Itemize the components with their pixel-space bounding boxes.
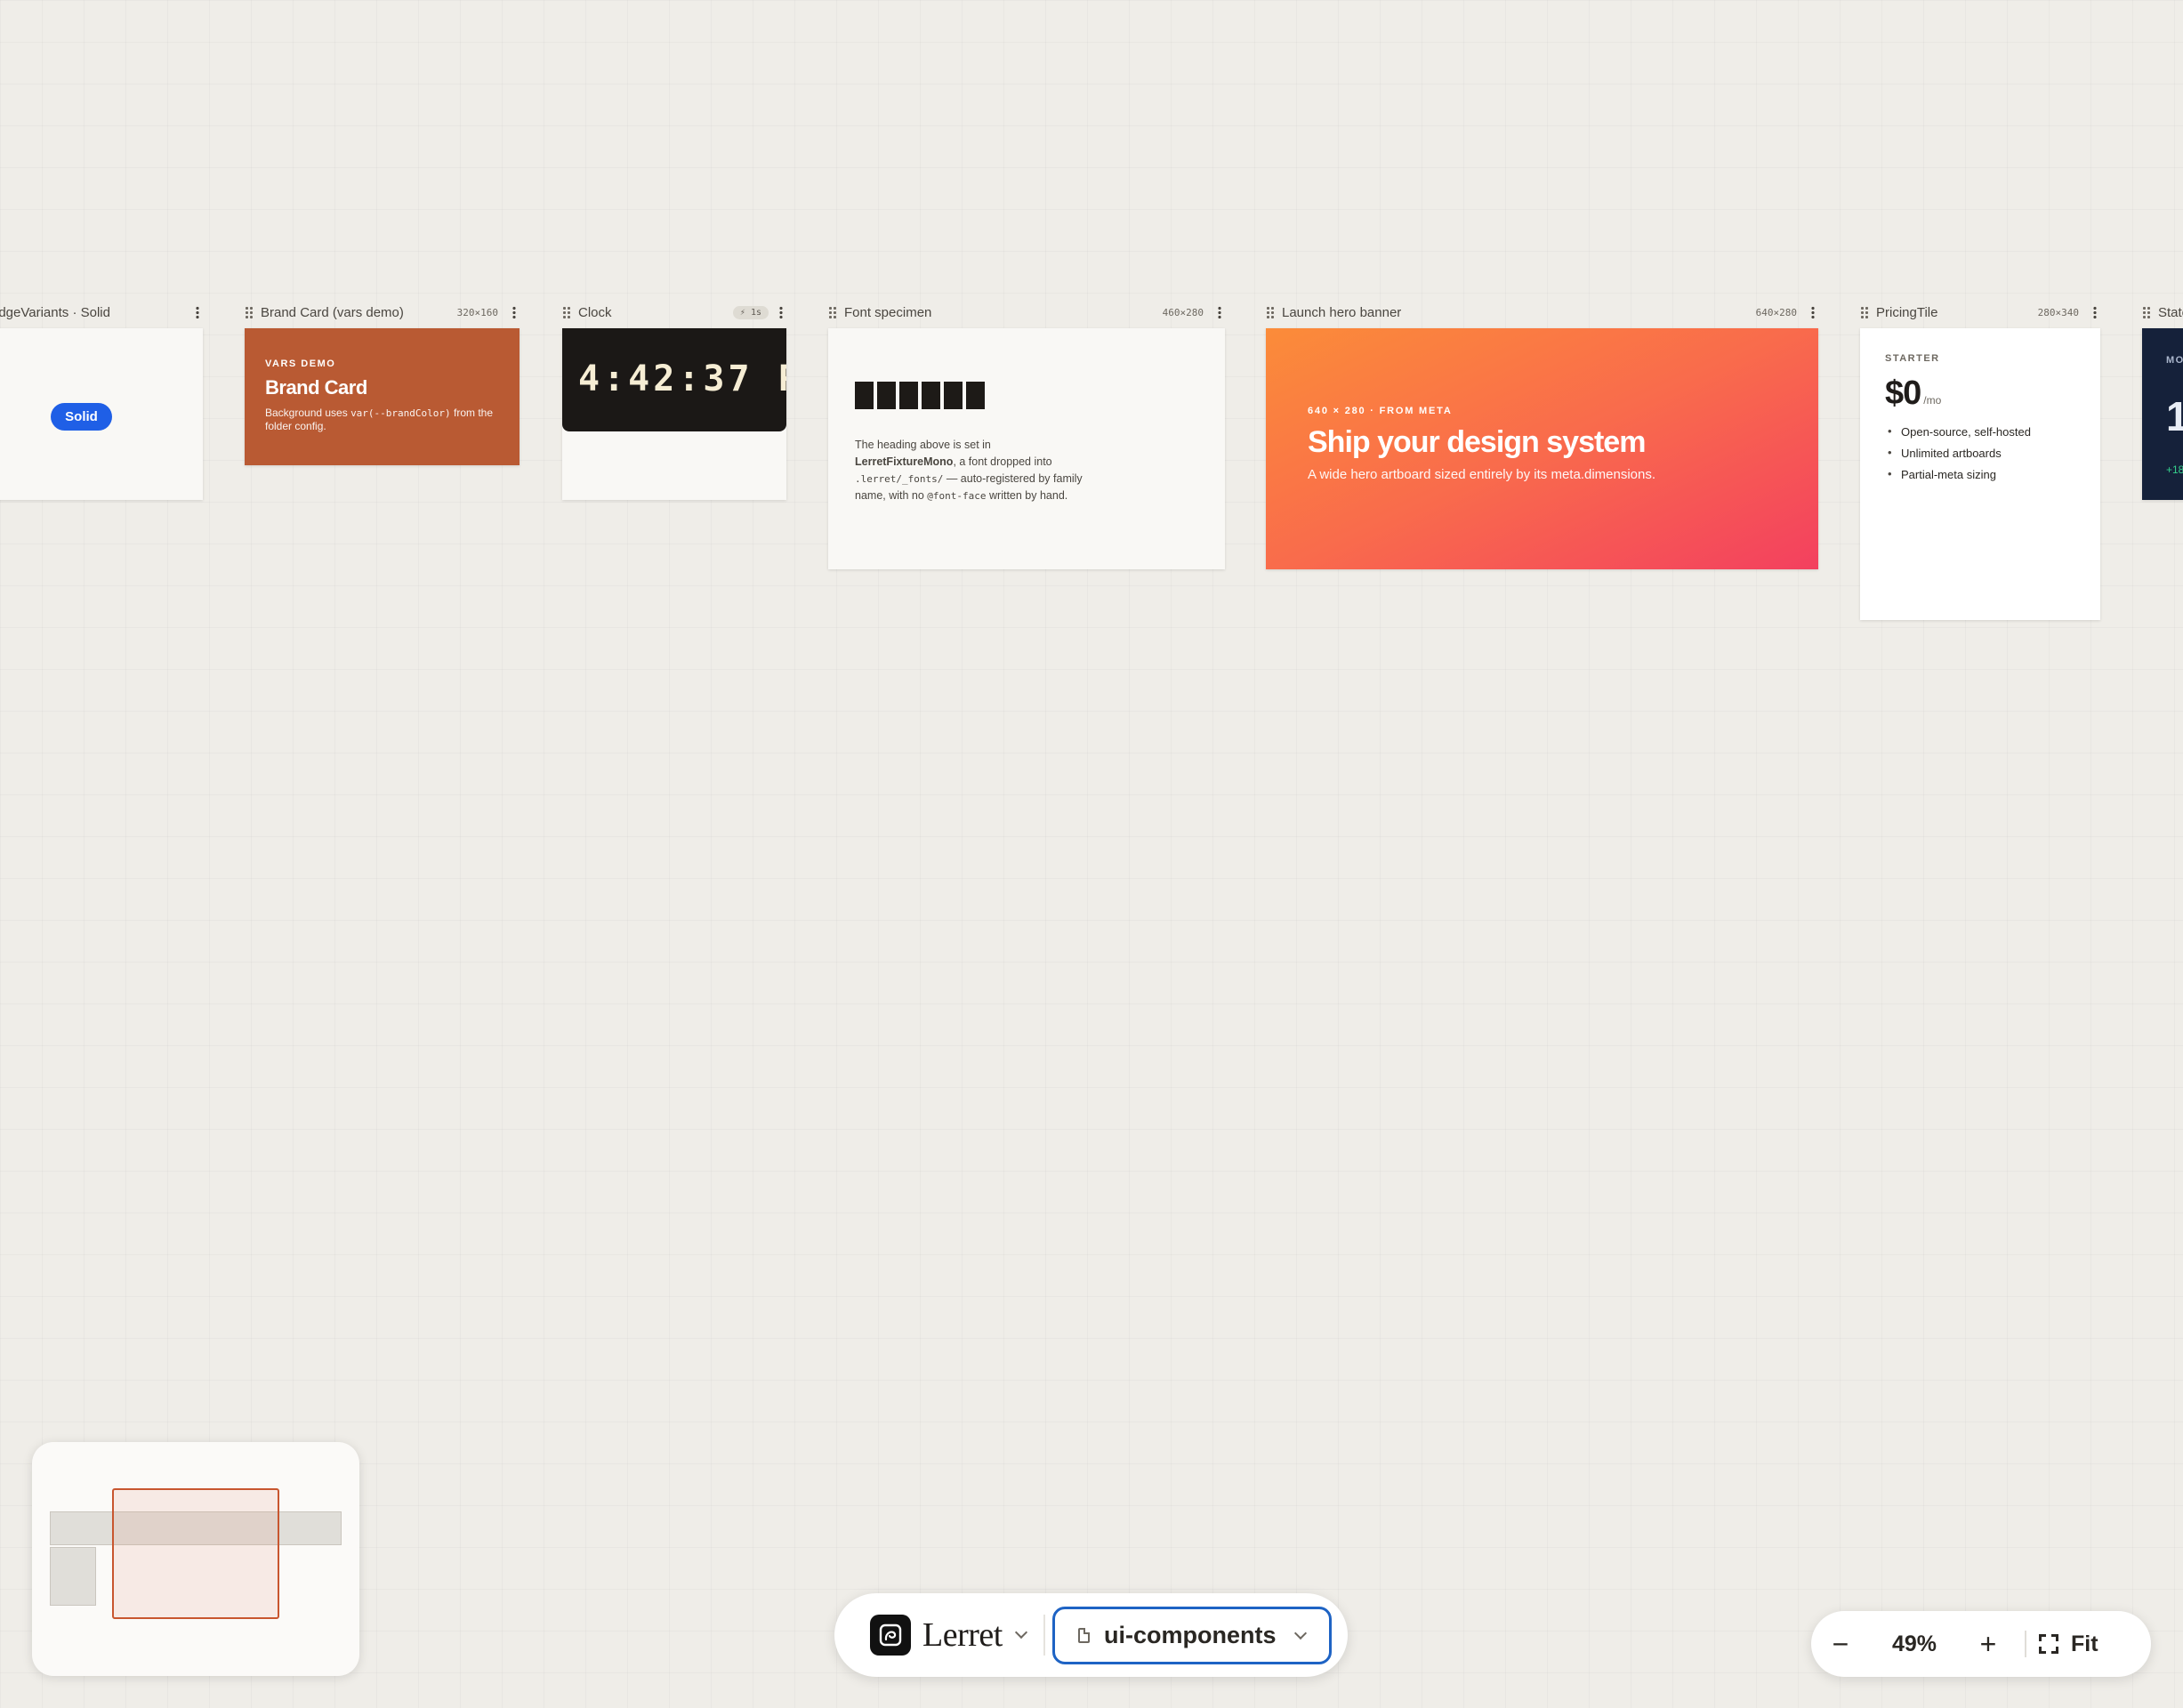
drag-handle-icon[interactable]: [562, 306, 571, 318]
feature-item: Partial-meta sizing: [1885, 467, 2075, 481]
artboard-pricing-tile[interactable]: PricingTile 280×340 STARTER $0/mo Open-s…: [1860, 305, 2100, 620]
artboard-title: Brand Card (vars demo): [261, 304, 404, 320]
hero-heading: Ship your design system: [1308, 425, 1646, 459]
lerret-logo-icon: [870, 1615, 911, 1656]
artboard-header[interactable]: Clock ⚡ 1s: [562, 302, 786, 323]
drag-handle-icon[interactable]: [245, 306, 254, 318]
divider: [1043, 1615, 1045, 1656]
minimap-artboard: [50, 1547, 96, 1606]
brand-eyebrow: VARS DEMO: [265, 359, 336, 369]
pricing-price: $0/mo: [1885, 375, 1942, 412]
minimap[interactable]: [32, 1442, 359, 1676]
drag-handle-icon[interactable]: [1266, 306, 1275, 318]
refresh-interval-badge: ⚡ 1s: [732, 305, 769, 319]
chevron-down-icon: [1293, 1626, 1307, 1640]
artboard-header[interactable]: Launch hero banner 640×280: [1266, 302, 1818, 323]
artboard-canvas: 640 × 280 · FROM META Ship your design s…: [1266, 328, 1818, 569]
project-select-button[interactable]: ui-components: [1052, 1607, 1332, 1664]
divider: [2025, 1631, 2026, 1657]
artboard-stat-card[interactable]: State MO 1 +18: [2142, 305, 2183, 500]
hero-subtitle: A wide hero artboard sized entirely by i…: [1308, 467, 1656, 482]
artboard-canvas: MO 1 +18: [2142, 328, 2183, 500]
feature-item: Unlimited artboards: [1885, 446, 2075, 460]
artboard-canvas: 4:42:37 PM: [562, 328, 786, 500]
drag-handle-icon[interactable]: [1860, 306, 1869, 318]
artboard-header[interactable]: Font specimen 460×280: [828, 302, 1225, 323]
artboard-header[interactable]: State: [2142, 302, 2183, 323]
more-icon[interactable]: [512, 306, 516, 318]
specimen-heading-glyphs: [855, 382, 985, 409]
artboard-size: 460×280: [1162, 306, 1204, 318]
stat-value: 1: [2166, 393, 2183, 439]
artboard-header[interactable]: adgeVariants · Solid: [0, 302, 203, 323]
hero-eyebrow: 640 × 280 · FROM META: [1308, 406, 1453, 416]
drag-handle-icon[interactable]: [2142, 306, 2151, 318]
file-icon: [1078, 1628, 1090, 1643]
artboard-badge-variants[interactable]: adgeVariants · Solid Solid: [0, 305, 203, 500]
clock-time: 4:42:37 PM: [578, 359, 786, 399]
artboard-header[interactable]: PricingTile 280×340: [1860, 302, 2100, 323]
artboard-brand-card[interactable]: Brand Card (vars demo) 320×160 VARS DEMO…: [245, 305, 520, 465]
artboard-canvas: The heading above is set in LerretFixtur…: [828, 328, 1225, 569]
artboard-size: 280×340: [2037, 306, 2079, 318]
chevron-down-icon: [1014, 1625, 1027, 1640]
solid-badge: Solid: [51, 403, 112, 431]
brand-description: Background uses var(--brandColor) from t…: [265, 407, 494, 432]
artboard-title: Launch hero banner: [1282, 304, 1402, 320]
fit-label: Fit: [2071, 1631, 2098, 1656]
clock-face: 4:42:37 PM: [562, 328, 786, 431]
artboard-title: adgeVariants · Solid: [0, 304, 110, 320]
artboard-title: Font specimen: [844, 304, 932, 320]
more-icon[interactable]: [1218, 306, 1221, 318]
artboard-canvas: STARTER $0/mo Open-source, self-hosted U…: [1860, 328, 2100, 620]
artboard-canvas: Solid: [0, 328, 203, 500]
stat-delta: +18: [2166, 463, 2183, 476]
pricing-tier: STARTER: [1885, 353, 1940, 364]
fit-screen-icon: [2039, 1634, 2058, 1654]
artboard-title: PricingTile: [1876, 304, 1938, 320]
minimap-viewport[interactable]: [112, 1488, 279, 1619]
artboard-title: State: [2158, 304, 2183, 320]
more-icon[interactable]: [779, 306, 783, 318]
fit-button[interactable]: Fit: [2039, 1631, 2098, 1657]
artboard-canvas: VARS DEMO Brand Card Background uses var…: [245, 328, 520, 465]
project-name: ui-components: [1104, 1622, 1277, 1648]
more-icon[interactable]: [1811, 306, 1815, 318]
zoom-in-button[interactable]: +: [1959, 1611, 2018, 1677]
stat-label: MO: [2166, 355, 2183, 366]
artboard-clock[interactable]: Clock ⚡ 1s 4:42:37 PM: [562, 305, 786, 500]
artboard-header[interactable]: Brand Card (vars demo) 320×160: [245, 302, 520, 323]
brand-name: Lerret: [922, 1616, 1003, 1654]
zoom-controls: − 49% + Fit: [1811, 1611, 2151, 1677]
zoom-level[interactable]: 49%: [1870, 1631, 1959, 1657]
zoom-out-button[interactable]: −: [1811, 1611, 1870, 1677]
artboard-size: 320×160: [456, 306, 498, 318]
artboard-size: 640×280: [1755, 306, 1797, 318]
brand-heading: Brand Card: [265, 376, 367, 399]
artboard-font-specimen[interactable]: Font specimen 460×280 The heading above …: [828, 305, 1225, 569]
specimen-description: The heading above is set in LerretFixtur…: [855, 439, 1083, 502]
pricing-features: Open-source, self-hosted Unlimited artbo…: [1885, 424, 2075, 481]
artboard-hero-banner[interactable]: Launch hero banner 640×280 640 × 280 · F…: [1266, 305, 1818, 569]
artboard-title: Clock: [578, 304, 612, 320]
workspace-switcher: Lerret ui-components: [834, 1593, 1348, 1677]
feature-item: Open-source, self-hosted: [1885, 424, 2075, 439]
drag-handle-icon[interactable]: [828, 306, 837, 318]
more-icon[interactable]: [2093, 306, 2097, 318]
brand-menu-button[interactable]: Lerret: [870, 1613, 1027, 1657]
more-icon[interactable]: [196, 306, 199, 318]
